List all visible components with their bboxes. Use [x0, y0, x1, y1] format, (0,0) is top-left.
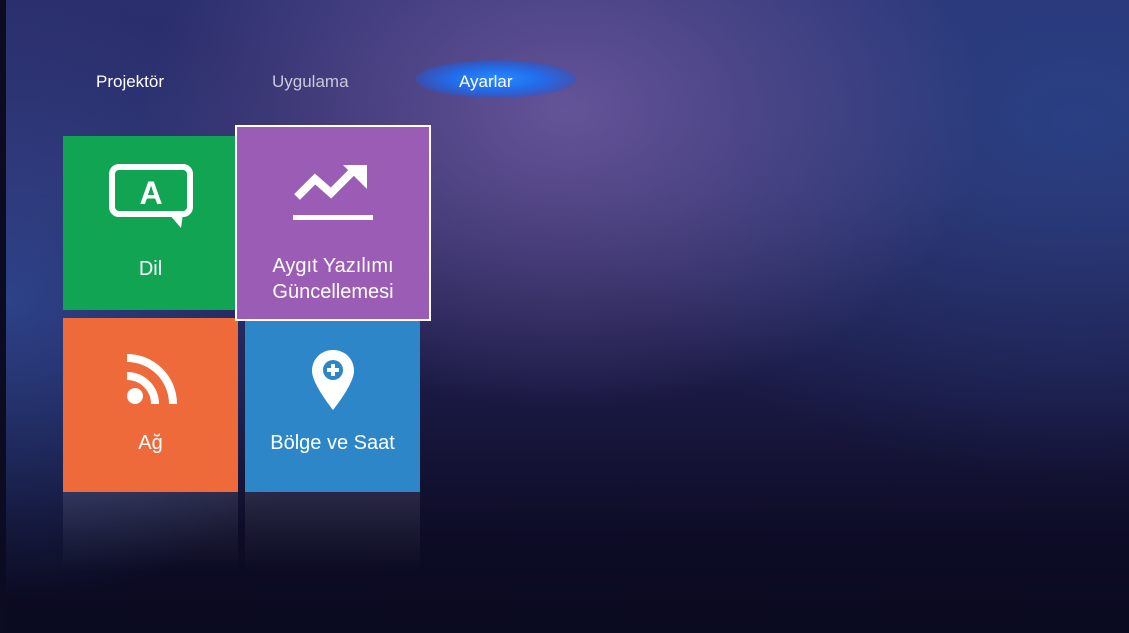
svg-text:A: A: [139, 175, 162, 211]
tile-language[interactable]: A Dil: [63, 136, 238, 310]
tab-projector[interactable]: Projektör: [96, 72, 164, 96]
tile-firmware-update[interactable]: Aygıt Yazılımı Güncellemesi: [235, 125, 431, 321]
tile-reflection: [63, 492, 238, 572]
tile-firmware-label-line2: Güncellemesi: [272, 281, 394, 303]
tile-network-label: Ağ: [138, 432, 163, 454]
location-pin-icon: [311, 350, 354, 410]
tile-network[interactable]: Ağ: [63, 318, 238, 492]
settings-screen: Projektör Uygulama Ayarlar A Dil Aygıt Y…: [6, 0, 1129, 631]
tile-language-label: Dil: [138, 258, 163, 280]
wifi-signal-icon: [126, 354, 177, 405]
language-icon: A: [108, 164, 193, 228]
tile-firmware-label-line1: Aygıt Yazılımı: [272, 255, 394, 277]
tab-application[interactable]: Uygulama: [272, 72, 349, 96]
tile-region-time[interactable]: Bölge ve Saat: [245, 318, 420, 492]
tab-settings[interactable]: Ayarlar: [459, 72, 513, 96]
tile-region-time-label: Bölge ve Saat: [270, 432, 395, 454]
tile-reflection: [245, 492, 420, 572]
top-navigation: Projektör Uygulama Ayarlar: [6, 72, 1129, 96]
trend-up-icon: [293, 165, 373, 220]
